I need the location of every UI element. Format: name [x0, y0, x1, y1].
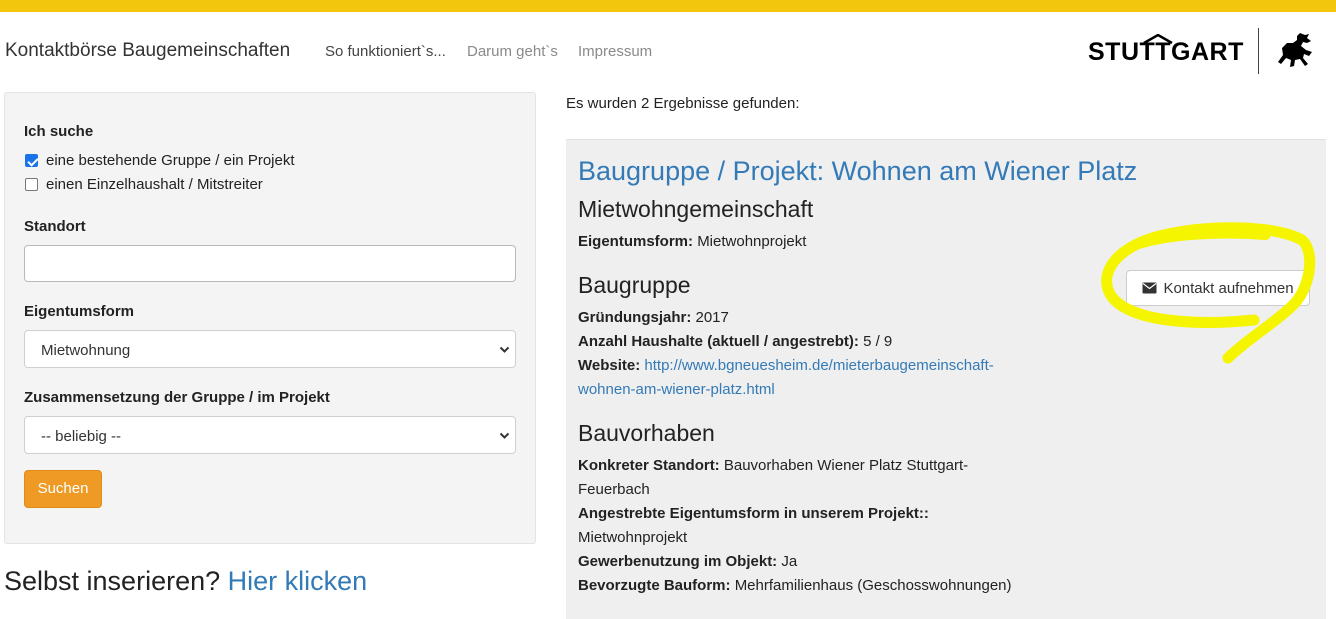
target-ownership-value: Mietwohnprojekt: [578, 529, 688, 546]
building-value: Mehrfamilienhaus (Geschosswohnungen): [734, 577, 1012, 594]
checkbox-existing-group[interactable]: [25, 154, 38, 167]
search-panel: Ich suche eine bestehende Gruppe / ein P…: [4, 92, 536, 544]
top-accent-bar: [0, 0, 1336, 12]
option-existing-group[interactable]: eine bestehende Gruppe / ein Projekt: [25, 152, 295, 169]
zusammensetzung-selected: -- beliebig --: [41, 428, 122, 445]
result-card: Baugruppe / Projekt: Wohnen am Wiener Pl…: [566, 139, 1326, 619]
checkbox-single-household[interactable]: [25, 178, 38, 191]
site-label: Konkreter Standort:: [578, 457, 720, 474]
contact-button-label: Kontakt aufnehmen: [1163, 279, 1294, 297]
households-row: Anzahl Haushalte (aktuell / angestrebt):…: [578, 330, 892, 354]
self-insert-link[interactable]: Hier klicken: [228, 566, 368, 596]
commercial-value: Ja: [781, 553, 798, 570]
target-ownership-label: Angestrebte Eigentumsform in unserem Pro…: [578, 505, 929, 522]
website-link-cont[interactable]: wohnen-am-wiener-platz.html: [578, 381, 775, 398]
building-row: Bevorzugte Bauform: Mehrfamilienhaus (Ge…: [578, 574, 1012, 598]
ownership-value: Mietwohnprojekt: [697, 233, 807, 250]
website-row: Website: http://www.bgneuesheim.de/miete…: [578, 354, 994, 378]
nav-darum-gehts[interactable]: Darum geht`s: [467, 43, 558, 60]
eigentumsform-select[interactable]: Mietwohnung: [24, 330, 516, 368]
eigentumsform-selected: Mietwohnung: [41, 342, 131, 359]
zusammensetzung-label: Zusammensetzung der Gruppe / im Projekt: [24, 389, 330, 406]
search-button[interactable]: Suchen: [24, 470, 102, 508]
target-ownership-row: Angestrebte Eigentumsform in unserem Pro…: [578, 502, 929, 526]
logo-roof-icon: [1143, 34, 1173, 44]
ich-suche-label: Ich suche: [24, 123, 94, 140]
self-insert-prompt: Selbst inserieren?: [4, 566, 221, 596]
commercial-label: Gewerbenutzung im Objekt:: [578, 553, 778, 570]
logo-divider: [1258, 28, 1259, 74]
eigentumsform-label: Eigentumsform: [24, 303, 135, 320]
envelope-icon: [1142, 282, 1157, 294]
ownership-row: Eigentumsform: Mietwohnprojekt: [578, 230, 806, 254]
bauvorhaben-heading: Bauvorhaben: [578, 420, 715, 446]
nav-impressum[interactable]: Impressum: [578, 43, 652, 60]
commercial-row: Gewerbenutzung im Objekt: Ja: [578, 550, 797, 574]
contact-button[interactable]: Kontakt aufnehmen: [1126, 270, 1310, 306]
website-row-cont: wohnen-am-wiener-platz.html: [578, 378, 775, 402]
founded-value: 2017: [695, 309, 729, 326]
self-insert-heading: Selbst inserieren? Hier klicken: [4, 566, 367, 597]
chevron-down-icon: [499, 432, 510, 439]
website-link[interactable]: http://www.bgneuesheim.de/mieterbaugemei…: [644, 357, 993, 374]
zusammensetzung-select[interactable]: -- beliebig --: [24, 416, 516, 454]
founded-row: Gründungsjahr: 2017: [578, 306, 729, 330]
nav-so-funktionierts[interactable]: So funktioniert`s...: [325, 43, 446, 60]
site-row-cont: Feuerbach: [578, 481, 650, 498]
website-label: Website:: [578, 357, 641, 374]
site-row: Konkreter Standort: Bauvorhaben Wiener P…: [578, 454, 968, 478]
standort-label: Standort: [24, 218, 86, 235]
baugruppe-heading: Baugruppe: [578, 272, 691, 298]
chevron-down-icon: [499, 346, 510, 353]
site-value: Bauvorhaben Wiener Platz Stuttgart-: [723, 457, 969, 474]
option-single-household[interactable]: einen Einzelhaushalt / Mitstreiter: [25, 176, 263, 193]
site-brand[interactable]: Kontaktbörse Baugemeinschaften: [5, 40, 290, 62]
standort-input[interactable]: [24, 245, 516, 282]
founded-label: Gründungsjahr:: [578, 309, 692, 326]
stuttgart-logo[interactable]: STUTTGART: [1088, 34, 1244, 67]
building-label: Bevorzugte Bauform:: [578, 577, 731, 594]
option-existing-group-label: eine bestehende Gruppe / ein Projekt: [46, 152, 295, 169]
option-single-household-label: einen Einzelhaushalt / Mitstreiter: [46, 176, 263, 193]
result-subtitle: Mietwohngemeinschaft: [578, 196, 814, 222]
households-label: Anzahl Haushalte (aktuell / angestrebt):: [578, 333, 859, 350]
households-value: 5 / 9: [863, 333, 893, 350]
result-count: Es wurden 2 Ergebnisse gefunden:: [566, 95, 800, 112]
result-title[interactable]: Baugruppe / Projekt: Wohnen am Wiener Pl…: [578, 156, 1137, 187]
horse-emblem-icon[interactable]: [1276, 31, 1316, 69]
ownership-label: Eigentumsform:: [578, 233, 694, 250]
